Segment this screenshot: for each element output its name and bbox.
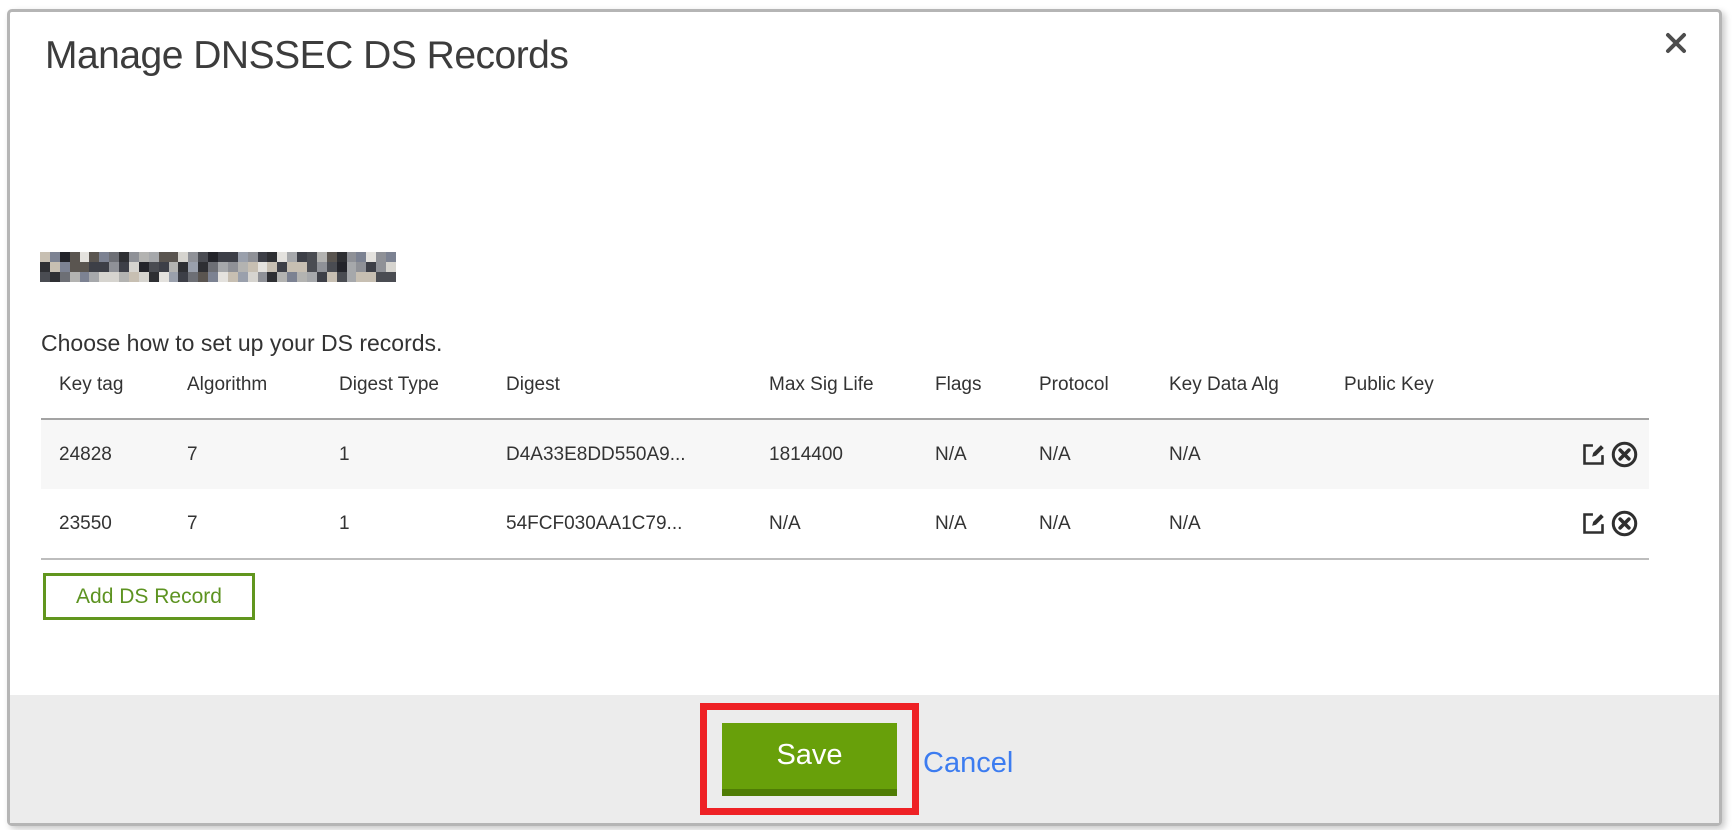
- column-header-digest-type: Digest Type: [339, 374, 506, 396]
- redacted-domain-name: [40, 252, 396, 282]
- cell-max-sig-life: N/A: [769, 513, 935, 535]
- column-header-key-data-alg: Key Data Alg: [1169, 374, 1344, 396]
- cell-max-sig-life: 1814400: [769, 444, 935, 466]
- cell-flags: N/A: [935, 513, 1039, 535]
- column-header-flags: Flags: [935, 374, 1039, 396]
- column-header-key-tag: Key tag: [59, 374, 187, 396]
- intro-text: Choose how to set up your DS records.: [41, 330, 442, 357]
- add-ds-record-button[interactable]: Add DS Record: [43, 573, 255, 620]
- dialog-title: Manage DNSSEC DS Records: [45, 34, 568, 78]
- cell-key-data-alg: N/A: [1169, 513, 1344, 535]
- screen: Manage DNSSEC DS Records Choose how to s…: [0, 0, 1734, 830]
- column-header-public-key: Public Key: [1344, 374, 1649, 396]
- column-header-algorithm: Algorithm: [187, 374, 339, 396]
- cell-digest-type: 1: [339, 513, 506, 535]
- row-actions: [1578, 509, 1639, 539]
- cell-key-tag: 23550: [59, 513, 187, 535]
- save-button[interactable]: Save: [722, 723, 897, 796]
- column-header-max-sig-life: Max Sig Life: [769, 374, 935, 396]
- close-icon[interactable]: [1659, 26, 1693, 60]
- cell-protocol: N/A: [1039, 513, 1169, 535]
- edit-record-icon[interactable]: [1578, 509, 1608, 539]
- cell-key-tag: 24828: [59, 444, 187, 466]
- save-highlight-annotation: Save: [700, 703, 919, 815]
- edit-record-icon[interactable]: [1578, 440, 1608, 470]
- cell-algorithm: 7: [187, 513, 339, 535]
- column-header-digest: Digest: [506, 374, 769, 396]
- cell-flags: N/A: [935, 444, 1039, 466]
- manage-dnssec-dialog: Manage DNSSEC DS Records Choose how to s…: [7, 9, 1722, 826]
- table-row: 24828 7 1 D4A33E8DD550A9... 1814400 N/A …: [41, 420, 1649, 489]
- column-header-protocol: Protocol: [1039, 374, 1169, 396]
- cell-digest: D4A33E8DD550A9...: [506, 444, 769, 466]
- delete-record-icon[interactable]: [1609, 440, 1639, 470]
- cell-protocol: N/A: [1039, 444, 1169, 466]
- cell-digest: 54FCF030AA1C79...: [506, 513, 769, 535]
- ds-records-table: 24828 7 1 D4A33E8DD550A9... 1814400 N/A …: [41, 418, 1649, 560]
- table-row: 23550 7 1 54FCF030AA1C79... N/A N/A N/A …: [41, 489, 1649, 558]
- cell-key-data-alg: N/A: [1169, 444, 1344, 466]
- row-actions: [1578, 440, 1639, 470]
- cancel-link[interactable]: Cancel: [923, 747, 1013, 780]
- delete-record-icon[interactable]: [1609, 509, 1639, 539]
- dialog-footer: Save Cancel: [10, 695, 1719, 823]
- cell-digest-type: 1: [339, 444, 506, 466]
- cell-algorithm: 7: [187, 444, 339, 466]
- table-header-row: Key tag Algorithm Digest Type Digest Max…: [41, 374, 1649, 396]
